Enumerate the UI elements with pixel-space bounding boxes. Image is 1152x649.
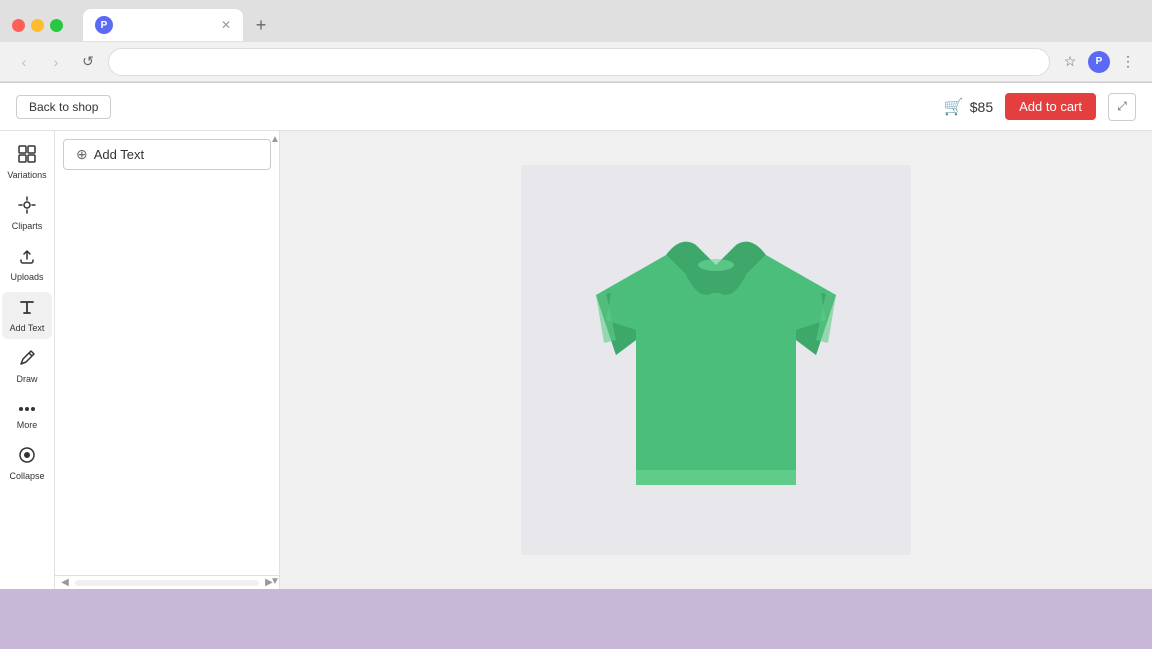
title-bar: P ✕ + [0, 0, 1152, 42]
close-window-button[interactable] [12, 19, 25, 32]
panel-scroll[interactable] [55, 178, 279, 575]
collapse-icon [18, 446, 36, 469]
minimize-window-button[interactable] [31, 19, 44, 32]
sidebar-item-add-text[interactable]: Add Text [2, 292, 52, 339]
toolbar-right: 🛒 $85 Add to cart ⤢ [944, 93, 1136, 121]
address-bar[interactable] [108, 48, 1050, 76]
cliparts-icon [18, 196, 36, 219]
panel-header: ⊕ Add Text [55, 131, 279, 178]
menu-icon[interactable]: ⋮ [1116, 50, 1140, 74]
draw-label: Draw [16, 374, 37, 384]
more-label: More [17, 420, 38, 430]
back-button[interactable]: ‹ [12, 50, 36, 74]
add-text-button[interactable]: ⊕ Add Text [63, 139, 271, 170]
bottom-strip [0, 589, 1152, 649]
more-icon [18, 400, 36, 418]
scroll-up-arrow[interactable]: ▲ [271, 131, 279, 147]
collapse-label: Collapse [9, 471, 44, 481]
add-text-button-label: Add Text [94, 147, 144, 162]
sidebar-item-cliparts[interactable]: Cliparts [2, 190, 52, 237]
maximize-window-button[interactable] [50, 19, 63, 32]
canvas-background [521, 165, 911, 555]
scroll-track-horizontal[interactable] [75, 580, 259, 586]
tab-close-button[interactable]: ✕ [221, 18, 231, 32]
scroll-left-arrow[interactable]: ◀ [57, 577, 73, 589]
scroll-down-arrow[interactable]: ▼ [271, 573, 279, 589]
sidebar-item-draw[interactable]: Draw [2, 343, 52, 390]
bookmark-icon[interactable]: ☆ [1058, 50, 1082, 74]
reload-button[interactable]: ↺ [76, 50, 100, 74]
main-area: Variations Cliparts Up [0, 131, 1152, 589]
variations-icon [18, 145, 36, 168]
tab-bar: P ✕ + [83, 9, 1140, 41]
cart-icon: 🛒 [944, 97, 964, 117]
profile-icon[interactable]: P [1088, 51, 1110, 73]
panel-scrollbar-horizontal: ◀ ▶ [55, 575, 279, 589]
app-content: Back to shop 🛒 $85 Add to cart ⤢ [0, 83, 1152, 589]
new-tab-button[interactable]: + [247, 11, 275, 39]
nav-bar: ‹ › ↺ ☆ P ⋮ [0, 42, 1152, 82]
draw-icon [18, 349, 36, 372]
fullscreen-button[interactable]: ⤢ [1108, 93, 1136, 121]
uploads-label: Uploads [10, 272, 43, 282]
variations-label: Variations [7, 170, 46, 180]
sidebar-item-collapse[interactable]: Collapse [2, 440, 52, 487]
forward-button[interactable]: › [44, 50, 68, 74]
sidebar-item-uploads[interactable]: Uploads [2, 241, 52, 288]
cart-info: 🛒 $85 [944, 97, 993, 117]
add-to-cart-button[interactable]: Add to cart [1005, 93, 1096, 120]
traffic-lights [12, 19, 63, 32]
cliparts-label: Cliparts [12, 221, 43, 231]
sidebar-item-more[interactable]: More [2, 394, 52, 436]
left-sidebar: Variations Cliparts Up [0, 131, 55, 589]
active-tab[interactable]: P ✕ [83, 9, 243, 41]
canvas-area[interactable] [280, 131, 1152, 589]
nav-icons: ☆ P ⋮ [1058, 50, 1140, 74]
sidebar-item-variations[interactable]: Variations [2, 139, 52, 186]
browser-chrome: P ✕ + ‹ › ↺ ☆ P ⋮ [0, 0, 1152, 83]
panel-scrollbar-vertical: ▲ ▼ [271, 131, 279, 589]
panel-area: ⊕ Add Text ▲ ▼ ◀ ▶ [55, 131, 280, 589]
add-text-plus-icon: ⊕ [76, 146, 88, 163]
toolbar: Back to shop 🛒 $85 Add to cart ⤢ [0, 83, 1152, 131]
tshirt-preview [526, 175, 906, 545]
tab-favicon: P [95, 16, 113, 34]
add-text-sidebar-label: Add Text [10, 323, 45, 333]
cart-price: $85 [970, 99, 993, 115]
back-to-shop-button[interactable]: Back to shop [16, 95, 111, 119]
uploads-icon [18, 247, 36, 270]
add-text-sidebar-icon [18, 298, 36, 321]
